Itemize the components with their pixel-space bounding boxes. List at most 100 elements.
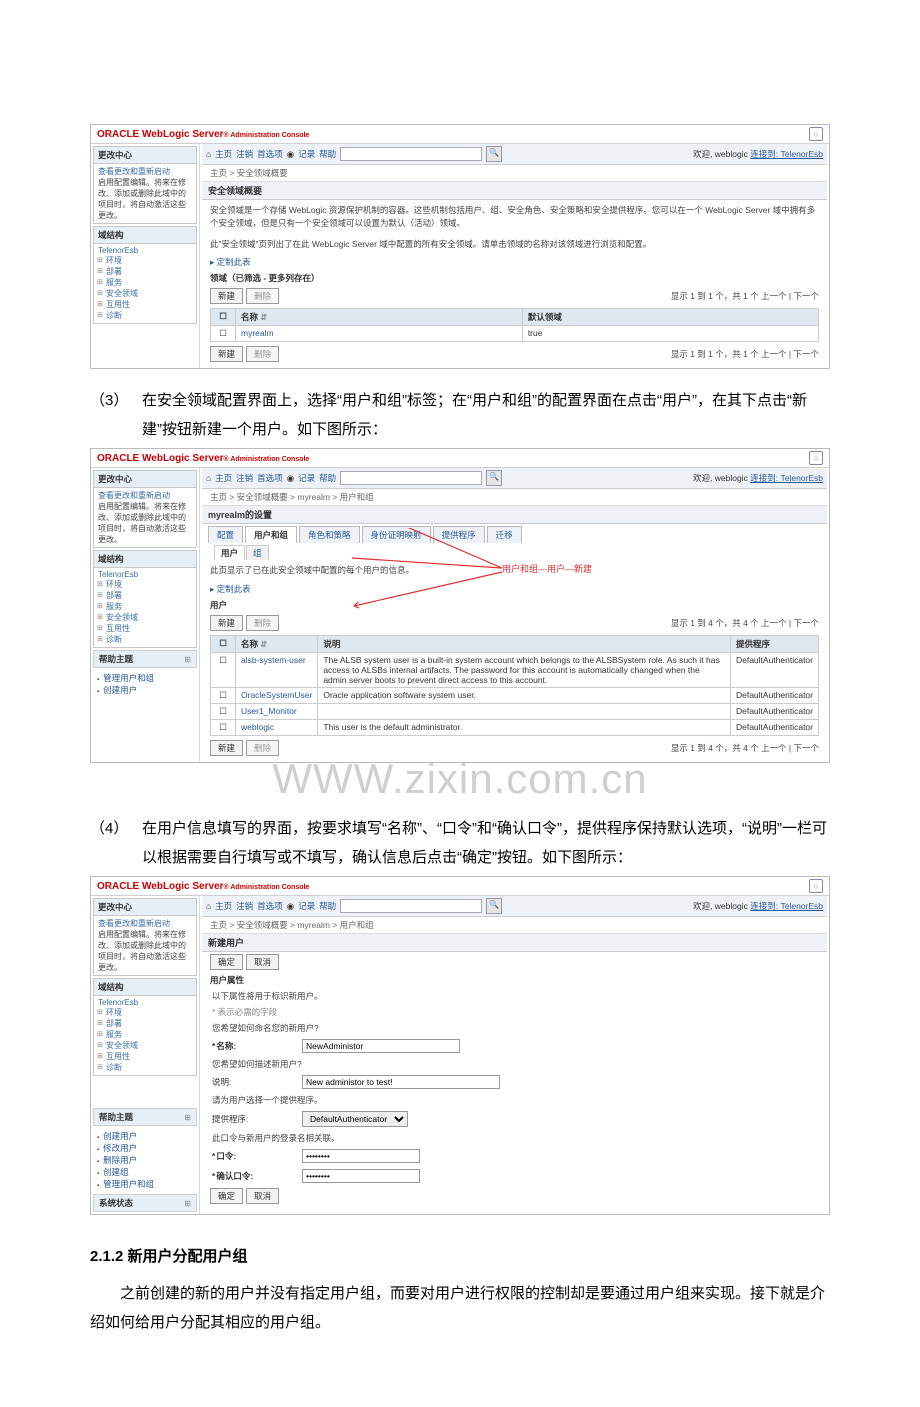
welcome-text: 欢迎, weblogic 连接到: TelenorEsb <box>693 148 823 160</box>
help-link[interactable]: 创建用户 <box>97 1130 193 1142</box>
new-button[interactable]: 新建 <box>210 615 243 631</box>
name-field[interactable] <box>302 1039 460 1053</box>
user-link[interactable]: alsb-system-user <box>241 655 306 665</box>
ok-button[interactable]: 确定 <box>210 954 243 970</box>
breadcrumb: 主页 > 安全领域概要 > myrealm > 用户和组 <box>202 917 827 934</box>
search-icon[interactable]: 🔍 <box>486 898 502 914</box>
help-link[interactable]: 创建用户 <box>97 684 193 696</box>
toolbar-prefs[interactable]: 首选项 <box>257 900 283 912</box>
toolbar-record[interactable]: 记录 <box>298 148 315 160</box>
tab-config[interactable]: 配置 <box>208 526 243 543</box>
tree-interop[interactable]: 互用性 <box>98 299 192 310</box>
search-input[interactable] <box>340 899 482 913</box>
q-desc: 您希望如何描述新用户? <box>202 1056 827 1072</box>
page-title: myrealm的设置 <box>202 506 827 524</box>
table-row: ☐OracleSystemUserOracle application soft… <box>211 688 819 704</box>
search-input[interactable] <box>340 147 482 161</box>
search-input[interactable] <box>340 471 482 485</box>
change-center-title: 更改中心 <box>94 147 196 164</box>
customize-link[interactable]: ▸ 定制此表 <box>202 254 827 270</box>
expand-icon: ⊞ <box>184 1199 191 1208</box>
section-body: 之前创建的新的用户并没有指定用户组，而要对用户进行权限的控制却是要通过用户组来实… <box>90 1280 830 1337</box>
user-link[interactable]: OracleSystemUser <box>241 690 312 700</box>
label-pw: 口令: <box>212 1150 292 1162</box>
table-row: ☐weblogicThis user is the default admini… <box>211 720 819 736</box>
help-link[interactable]: 管理用户和组 <box>97 672 193 684</box>
toolbar-logout[interactable]: 注销 <box>236 472 253 484</box>
sort-icon[interactable]: ⇵ <box>260 313 267 322</box>
view-changes-link[interactable]: 查看更改和重新启动 <box>98 166 192 177</box>
select-all-checkbox[interactable]: ☐ <box>211 636 236 653</box>
toolbar-prefs[interactable]: 首选项 <box>257 148 283 160</box>
tab-cred[interactable]: 身份证明映射 <box>362 526 431 543</box>
help-topic-bar[interactable]: 帮助主题⊞ <box>93 1108 197 1126</box>
console-screenshot-3: ORACLE WebLogic Server® Administration C… <box>90 876 830 1215</box>
tree-services[interactable]: 服务 <box>98 277 192 288</box>
help-link[interactable]: 修改用户 <box>97 1142 193 1154</box>
help-icon[interactable]: ○ <box>809 451 823 465</box>
tree-diag[interactable]: 诊断 <box>98 310 192 321</box>
help-icon[interactable]: ○ <box>809 127 823 141</box>
new-button[interactable]: 新建 <box>210 288 243 304</box>
note-pw: 此口令与新用户的登录名相关联。 <box>202 1130 827 1146</box>
view-changes-link[interactable]: 查看更改和重新启动 <box>98 490 192 501</box>
realm-link[interactable]: myrealm <box>241 328 274 338</box>
col-provider: 提供程序 <box>730 636 818 653</box>
password-field[interactable] <box>302 1149 420 1163</box>
toolbar-logout[interactable]: 注销 <box>236 148 253 160</box>
toolbar-prefs[interactable]: 首选项 <box>257 472 283 484</box>
row-checkbox[interactable]: ☐ <box>211 326 236 342</box>
delete-button-bottom[interactable]: 删除 <box>246 740 279 756</box>
props-title: 用户属性 <box>202 972 827 988</box>
help-link[interactable]: 创建组 <box>97 1166 193 1178</box>
customize-link[interactable]: ▸ 定制此表 <box>202 581 827 597</box>
toolbar-help[interactable]: 帮助 <box>319 472 336 484</box>
toolbar-record[interactable]: 记录 <box>298 472 315 484</box>
tab-roles[interactable]: 角色和策略 <box>299 526 360 543</box>
cancel-button[interactable]: 取消 <box>246 954 279 970</box>
toolbar-home[interactable]: 主页 <box>215 900 232 912</box>
desc-field[interactable] <box>302 1075 500 1089</box>
col-name: 名称 ⇵ <box>236 636 318 653</box>
user-link[interactable]: weblogic <box>241 722 274 732</box>
provider-select[interactable]: DefaultAuthenticator <box>302 1111 408 1127</box>
subtab-users[interactable]: 用户 <box>214 545 245 560</box>
tab-users-groups[interactable]: 用户和组 <box>245 526 297 543</box>
delete-button-bottom[interactable]: 删除 <box>246 346 279 362</box>
delete-button[interactable]: 删除 <box>246 615 279 631</box>
ok-button-bottom[interactable]: 确定 <box>210 1188 243 1204</box>
table-row: ☐alsb-system-userThe ALSB system user is… <box>211 653 819 688</box>
tree-env[interactable]: 环境 <box>98 255 192 266</box>
tab-migration[interactable]: 迁移 <box>487 526 522 543</box>
new-button-bottom[interactable]: 新建 <box>210 346 243 362</box>
subtab-groups[interactable]: 组 <box>246 545 269 560</box>
sort-icon[interactable]: ⇵ <box>260 640 267 649</box>
tree-domain[interactable]: TelenorEsb <box>98 246 192 255</box>
toolbar-home[interactable]: 主页 <box>215 148 232 160</box>
toolbar-help[interactable]: 帮助 <box>319 148 336 160</box>
view-changes-link[interactable]: 查看更改和重新启动 <box>98 918 192 929</box>
tab-providers[interactable]: 提供程序 <box>433 526 485 543</box>
connected-to[interactable]: 连接到: TelenorEsb <box>750 149 823 159</box>
help-link[interactable]: 删除用户 <box>97 1154 193 1166</box>
col-name: 名称 ⇵ <box>236 309 523 326</box>
search-icon[interactable]: 🔍 <box>486 146 502 162</box>
tree-deploy[interactable]: 部署 <box>98 266 192 277</box>
new-button-bottom[interactable]: 新建 <box>210 740 243 756</box>
toolbar-home[interactable]: 主页 <box>215 472 232 484</box>
tree-security[interactable]: 安全领域 <box>98 288 192 299</box>
user-link[interactable]: User1_Monitor <box>241 706 297 716</box>
help-icon[interactable]: ○ <box>809 879 823 893</box>
help-link[interactable]: 管理用户和组 <box>97 1178 193 1190</box>
search-icon[interactable]: 🔍 <box>486 470 502 486</box>
toolbar-record[interactable]: 记录 <box>298 900 315 912</box>
toolbar-logout[interactable]: 注销 <box>236 900 253 912</box>
help-topic-bar[interactable]: 帮助主题⊞ <box>93 650 197 668</box>
sys-state-bar[interactable]: 系统状态⊞ <box>93 1194 197 1212</box>
cancel-button-bottom[interactable]: 取消 <box>246 1188 279 1204</box>
select-all-checkbox[interactable]: ☐ <box>211 309 236 326</box>
console-screenshot-2: ORACLE WebLogic Server® Administration C… <box>90 448 830 763</box>
toolbar-help[interactable]: 帮助 <box>319 900 336 912</box>
delete-button[interactable]: 删除 <box>246 288 279 304</box>
password-confirm-field[interactable] <box>302 1169 420 1183</box>
